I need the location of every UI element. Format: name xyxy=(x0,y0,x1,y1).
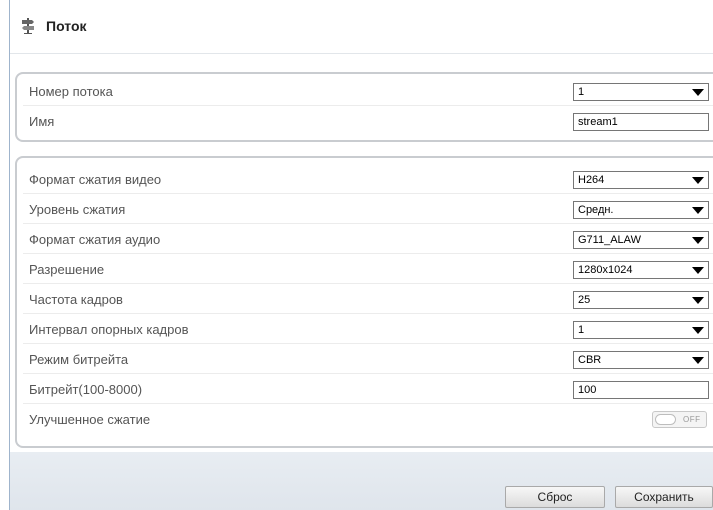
frame-rate-select[interactable]: 25 xyxy=(573,291,709,309)
dropdown-arrow-icon xyxy=(692,327,704,334)
audio-format-row: Формат сжатия аудио G711_ALAW xyxy=(23,226,713,254)
dropdown-arrow-icon xyxy=(692,267,704,274)
audio-format-select[interactable]: G711_ALAW xyxy=(573,231,709,249)
reset-button[interactable]: Сброс xyxy=(505,486,605,508)
video-format-select[interactable]: H264 xyxy=(573,171,709,189)
compression-level-value: Средн. xyxy=(578,204,614,216)
resolution-row: Разрешение 1280x1024 xyxy=(23,256,713,284)
audio-format-value: G711_ALAW xyxy=(578,234,641,246)
stream-name-label: Имя xyxy=(29,114,55,129)
resolution-value: 1280x1024 xyxy=(578,264,633,276)
stream-number-label: Номер потока xyxy=(29,84,113,99)
bitrate-mode-label: Режим битрейта xyxy=(29,352,129,367)
enhanced-compression-label: Улучшенное сжатие xyxy=(29,412,151,427)
bitrate-mode-value: CBR xyxy=(578,354,602,366)
bitrate-value: 100 xyxy=(578,384,597,396)
keyframe-interval-select[interactable]: 1 xyxy=(573,321,709,339)
bitrate-label: Битрейт(100-8000) xyxy=(29,382,143,397)
stream-name-input[interactable]: stream1 xyxy=(573,113,709,131)
enhanced-compression-toggle[interactable]: OFF xyxy=(652,411,707,428)
toggle-knob xyxy=(655,414,676,425)
compression-level-row: Уровень сжатия Средн. xyxy=(23,196,713,224)
bitrate-mode-row: Режим битрейта CBR xyxy=(23,346,713,374)
compression-level-label: Уровень сжатия xyxy=(29,202,126,217)
stream-number-select[interactable]: 1 xyxy=(573,83,709,101)
resolution-select[interactable]: 1280x1024 xyxy=(573,261,709,279)
dropdown-arrow-icon xyxy=(692,237,704,244)
keyframe-interval-row: Интервал опорных кадров 1 xyxy=(23,316,713,344)
stream-group: Номер потока 1 Имя stream1 xyxy=(15,72,713,142)
frame-rate-label: Частота кадров xyxy=(29,292,123,307)
keyframe-interval-label: Интервал опорных кадров xyxy=(29,322,189,337)
dropdown-arrow-icon xyxy=(692,177,704,184)
frame-rate-row: Частота кадров 25 xyxy=(23,286,713,314)
audio-format-label: Формат сжатия аудио xyxy=(29,232,161,247)
stream-number-row: Номер потока 1 xyxy=(23,78,713,106)
footer-area xyxy=(10,452,713,510)
toggle-state-text: OFF xyxy=(683,415,701,424)
enhanced-compression-row: Улучшенное сжатие OFF xyxy=(23,406,713,434)
keyframe-interval-value: 1 xyxy=(578,324,585,336)
video-format-value: H264 xyxy=(578,174,605,186)
video-format-row: Формат сжатия видео H264 xyxy=(23,166,713,194)
stream-number-value: 1 xyxy=(578,86,585,98)
page-title: Поток xyxy=(46,18,87,34)
dropdown-arrow-icon xyxy=(692,357,704,364)
save-button[interactable]: Сохранить xyxy=(615,486,713,508)
compression-level-select[interactable]: Средн. xyxy=(573,201,709,219)
bitrate-row: Битрейт(100-8000) 100 xyxy=(23,376,713,404)
resolution-label: Разрешение xyxy=(29,262,105,277)
encoding-settings-group: Формат сжатия видео H264 Уровень сжатия … xyxy=(15,156,713,448)
dropdown-arrow-icon xyxy=(692,297,704,304)
bitrate-mode-select[interactable]: CBR xyxy=(573,351,709,369)
page-header: Поток xyxy=(10,0,713,54)
dropdown-arrow-icon xyxy=(692,207,704,214)
stream-name-row: Имя stream1 xyxy=(23,108,713,136)
bitrate-input[interactable]: 100 xyxy=(573,381,709,399)
frame-rate-value: 25 xyxy=(578,294,591,306)
signpost-icon xyxy=(22,18,34,34)
video-format-label: Формат сжатия видео xyxy=(29,172,162,187)
stream-name-value: stream1 xyxy=(578,116,618,128)
dropdown-arrow-icon xyxy=(692,89,704,96)
